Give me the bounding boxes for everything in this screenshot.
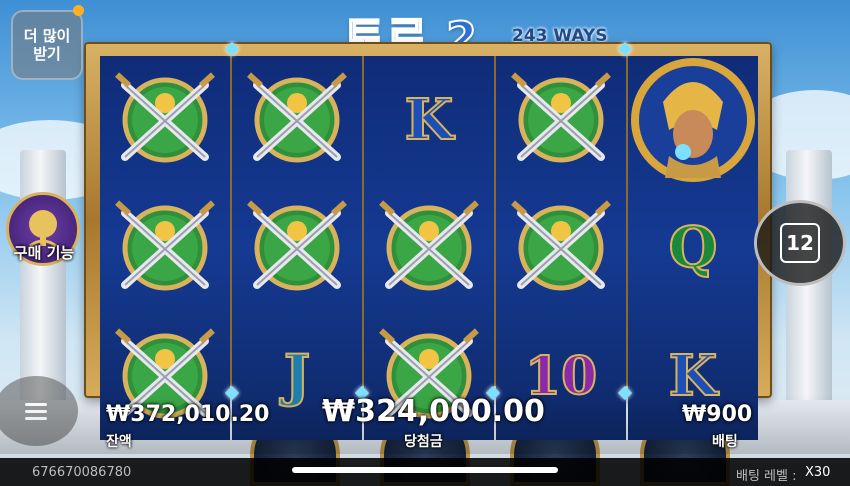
reel-symbol (628, 56, 758, 184)
reel-symbol (232, 184, 362, 312)
auto-spin-button[interactable]: 12 (754, 200, 846, 286)
balance-value: ₩372,010.20 (106, 402, 270, 427)
balance-label: 잔액 (106, 434, 132, 450)
crossed-swords-icon (511, 200, 611, 291)
win-label: 당첨금 (404, 434, 443, 450)
session-id: 676670086780 (32, 465, 132, 480)
crossed-swords-icon (115, 200, 215, 291)
bet-level-value: X30 (805, 465, 831, 480)
reel-symbol (100, 184, 230, 312)
reel-1 (100, 56, 230, 440)
auto-spin-count: 12 (780, 223, 820, 263)
reel-symbol (100, 56, 230, 184)
crossed-swords-icon (511, 72, 611, 163)
notification-dot (73, 5, 84, 16)
reel-symbol (232, 56, 362, 184)
buy-feature-label: 구매 기능 (13, 244, 75, 262)
reel-grid: JK 10 Q K (100, 56, 758, 440)
reel-symbol: Q (628, 184, 758, 312)
reel-3: K (364, 56, 494, 440)
symbol-letter: Q (668, 214, 719, 282)
reel-2: J (232, 56, 362, 440)
symbol-letter: K (404, 86, 455, 154)
reel-4: 10 (496, 56, 626, 440)
crossed-swords-icon (379, 200, 479, 291)
reel-5: QK (628, 56, 758, 440)
win-value: ₩324,000.00 (322, 394, 545, 429)
crossed-swords-icon (247, 72, 347, 163)
thor-hero-icon (631, 58, 755, 182)
bet-value: ₩900 (682, 402, 753, 427)
reel-symbol (496, 184, 626, 312)
reel-symbol: K (364, 56, 494, 184)
home-indicator[interactable] (292, 467, 558, 473)
more-games-button[interactable]: 더 많이 받기 (11, 10, 83, 80)
bet-label: 배팅 (712, 434, 738, 450)
reel-symbol (364, 184, 494, 312)
crossed-swords-icon (247, 200, 347, 291)
reel-symbol (496, 56, 626, 184)
crossed-swords-icon (115, 72, 215, 163)
bet-level-label: 배팅 레벨 : (736, 469, 797, 484)
